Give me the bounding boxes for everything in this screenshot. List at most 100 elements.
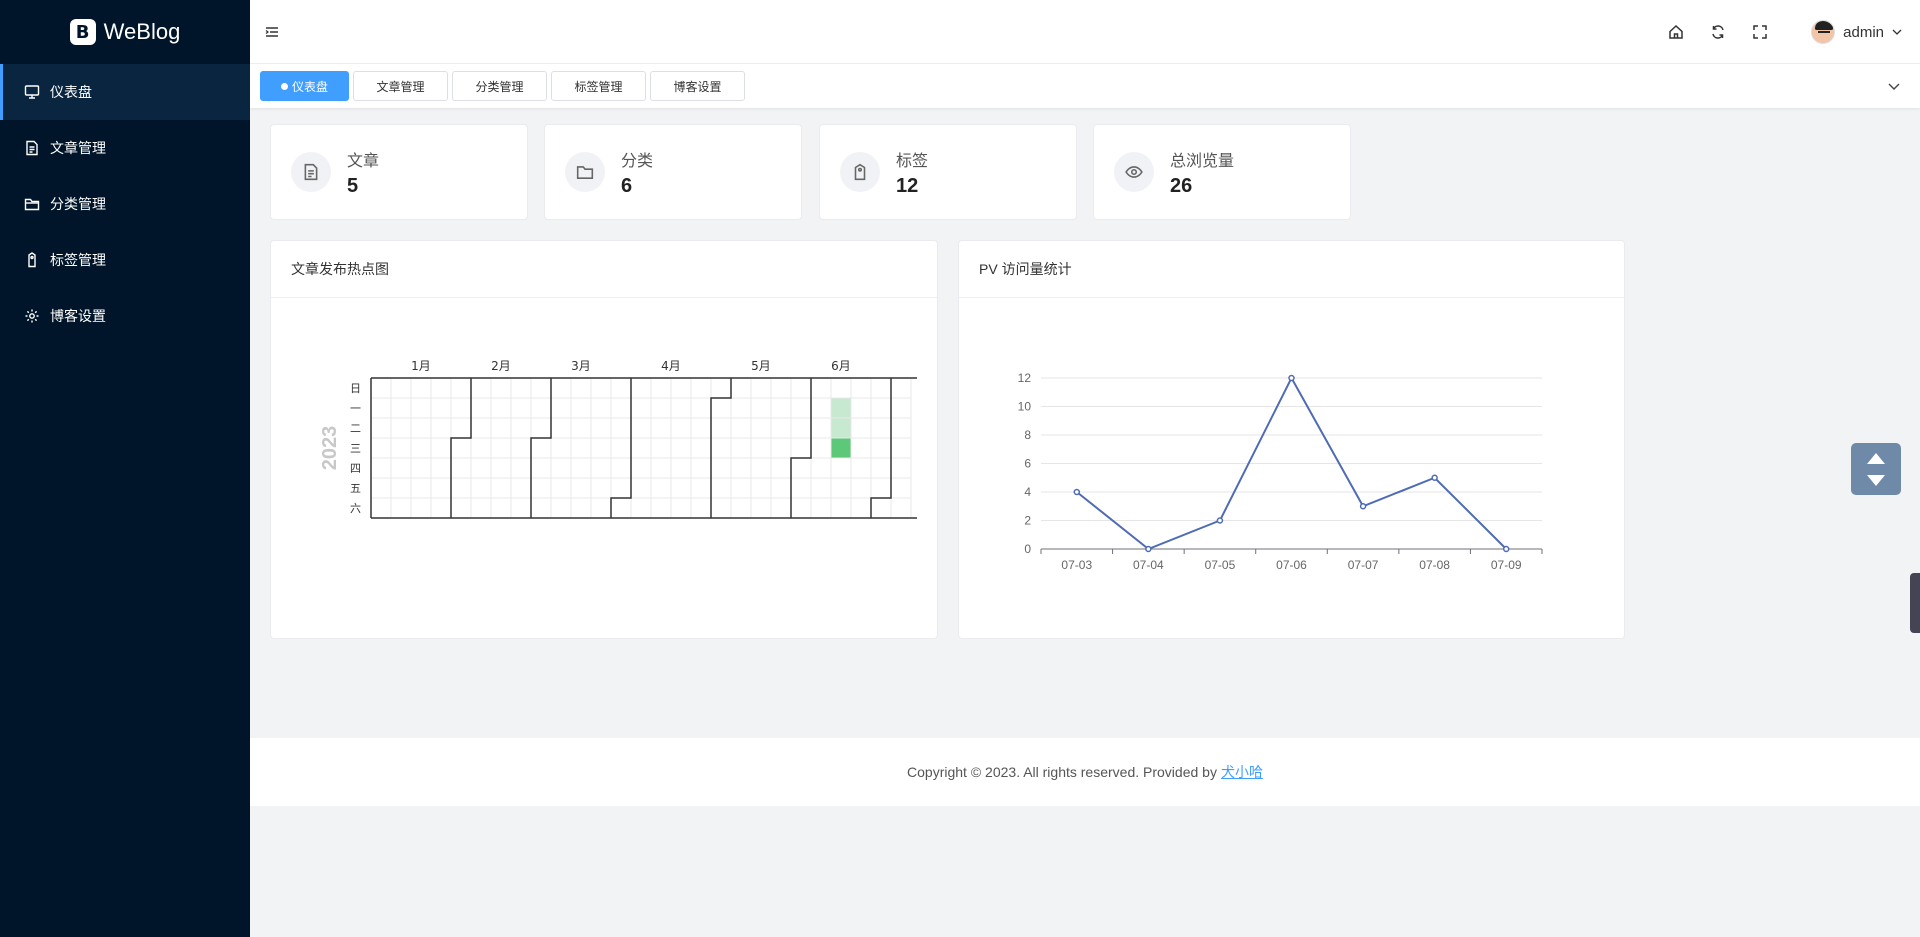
logo[interactable]: B WeBlog	[0, 0, 250, 64]
refresh-icon[interactable]	[1709, 23, 1727, 41]
fullscreen-icon[interactable]	[1751, 23, 1769, 41]
sidebar-menu: 仪表盘 文章管理 分类管理 标签管理 博客设置	[0, 64, 250, 344]
heatmap-cell	[750, 477, 772, 499]
heatmap-cell	[430, 457, 452, 479]
heatmap-cell	[430, 497, 452, 519]
heatmap-cell	[710, 437, 732, 459]
y-tick-label: 12	[1018, 371, 1032, 385]
sidebar-item-categories[interactable]: 分类管理	[0, 176, 250, 232]
author-link[interactable]: 犬小哈	[1221, 762, 1263, 782]
sidebar-item-label: 博客设置	[50, 308, 106, 324]
heatmap-cell	[870, 377, 892, 399]
heatmap-cell	[770, 457, 792, 479]
heatmap-cell	[450, 417, 472, 439]
heatmap-cell	[410, 437, 432, 459]
weekday-label: 三	[350, 442, 361, 455]
weekday-label: 五	[350, 482, 361, 495]
sidebar-item-tags[interactable]: 标签管理	[0, 232, 250, 288]
heatmap-cell	[530, 397, 552, 419]
heatmap-cell	[750, 437, 772, 459]
heatmap-cell	[810, 437, 832, 459]
heatmap-cell	[510, 457, 532, 479]
heatmap-cell	[410, 417, 432, 439]
heatmap-cell	[590, 477, 612, 499]
side-handle[interactable]	[1910, 573, 1920, 633]
heatmap-cell	[770, 377, 792, 399]
footer: Copyright © 2023. All rights reserved. P…	[250, 738, 1920, 806]
tab-tags[interactable]: 标签管理	[551, 71, 647, 101]
heatmap-cell	[550, 477, 572, 499]
heatmap-cell	[510, 477, 532, 499]
stat-value: 26	[1170, 174, 1193, 197]
month-label: 4月	[661, 359, 681, 373]
tab-settings[interactable]: 博客设置	[650, 71, 746, 101]
sidebar-item-label: 仪表盘	[50, 84, 92, 100]
heatmap-cell	[850, 417, 872, 439]
heatmap-cell	[410, 397, 432, 419]
header-actions: admin	[1667, 0, 1902, 64]
heatmap-cell	[790, 497, 812, 519]
heatmap-cell	[650, 497, 672, 519]
menu-fold-icon[interactable]	[264, 24, 280, 40]
heatmap-cell	[690, 437, 712, 459]
heatmap-cell	[890, 377, 912, 399]
home-icon[interactable]	[1667, 23, 1685, 41]
heatmap-cell	[890, 457, 912, 479]
heatmap-cell	[830, 477, 852, 499]
heatmap-cell	[590, 497, 612, 519]
heatmap-cell	[670, 477, 692, 499]
x-tick-label: 07-06	[1276, 558, 1307, 572]
heatmap-cell	[650, 397, 672, 419]
tab-categories[interactable]: 分类管理	[452, 71, 548, 101]
stat-value: 5	[347, 174, 359, 197]
weekday-label: 一	[350, 402, 361, 415]
heatmap-cell	[790, 457, 812, 479]
sidebar-item-articles[interactable]: 文章管理	[0, 120, 250, 176]
heatmap-cell	[530, 377, 552, 399]
user-dropdown[interactable]: admin	[1811, 20, 1902, 44]
heatmap-cell	[390, 477, 412, 499]
year-label: 2023	[319, 426, 341, 471]
heatmap-cell	[750, 497, 772, 519]
heatmap-cell	[690, 457, 712, 479]
heatmap-cell	[850, 377, 872, 399]
heatmap-cell	[390, 417, 412, 439]
heatmap-cell	[670, 377, 692, 399]
x-tick-label: 07-04	[1133, 558, 1164, 572]
heatmap-cell	[710, 457, 732, 479]
publish-heatmap-chart: 1月 2月 3月 4月 5月 6月日一二三四五六 2023	[319, 359, 917, 519]
sidebar-item-dashboard[interactable]: 仪表盘	[0, 64, 250, 120]
heatmap-cell	[690, 377, 712, 399]
heatmap-cell	[670, 457, 692, 479]
scroll-down-icon[interactable]	[1867, 474, 1885, 486]
heatmap-cell	[590, 457, 612, 479]
heatmap-cell	[490, 377, 512, 399]
weekday-label: 六	[350, 502, 361, 515]
heatmap-cell	[650, 417, 672, 439]
tag-icon	[28, 252, 36, 268]
heatmap-cell	[510, 397, 532, 419]
heatmap-cell	[370, 497, 392, 519]
heatmap-cell	[670, 497, 692, 519]
heatmap-cell	[590, 377, 612, 399]
scroll-up-icon[interactable]	[1867, 452, 1885, 464]
heatmap-cell	[470, 477, 492, 499]
heatmap-cell	[650, 377, 672, 399]
heatmap-cell	[870, 477, 892, 499]
chevron-down-icon[interactable]	[1886, 78, 1902, 94]
tab-dashboard[interactable]: 仪表盘	[260, 71, 350, 101]
sidebar-item-settings[interactable]: 博客设置	[0, 288, 250, 344]
heatmap-cell	[370, 437, 392, 459]
tab-articles[interactable]: 文章管理	[353, 71, 449, 101]
y-tick-label: 2	[1024, 514, 1031, 528]
month-label: 2月	[491, 359, 511, 373]
heatmap-cell	[570, 457, 592, 479]
heatmap-cell	[430, 377, 452, 399]
heatmap-cell	[430, 437, 452, 459]
heatmap-cell	[470, 377, 492, 399]
stat-card-categories: 分类 6	[544, 124, 802, 220]
heatmap-cell	[630, 397, 652, 419]
heatmap-cell	[770, 477, 792, 499]
panel-title: 文章发布热点图	[271, 241, 937, 298]
heatmap-cell	[470, 457, 492, 479]
